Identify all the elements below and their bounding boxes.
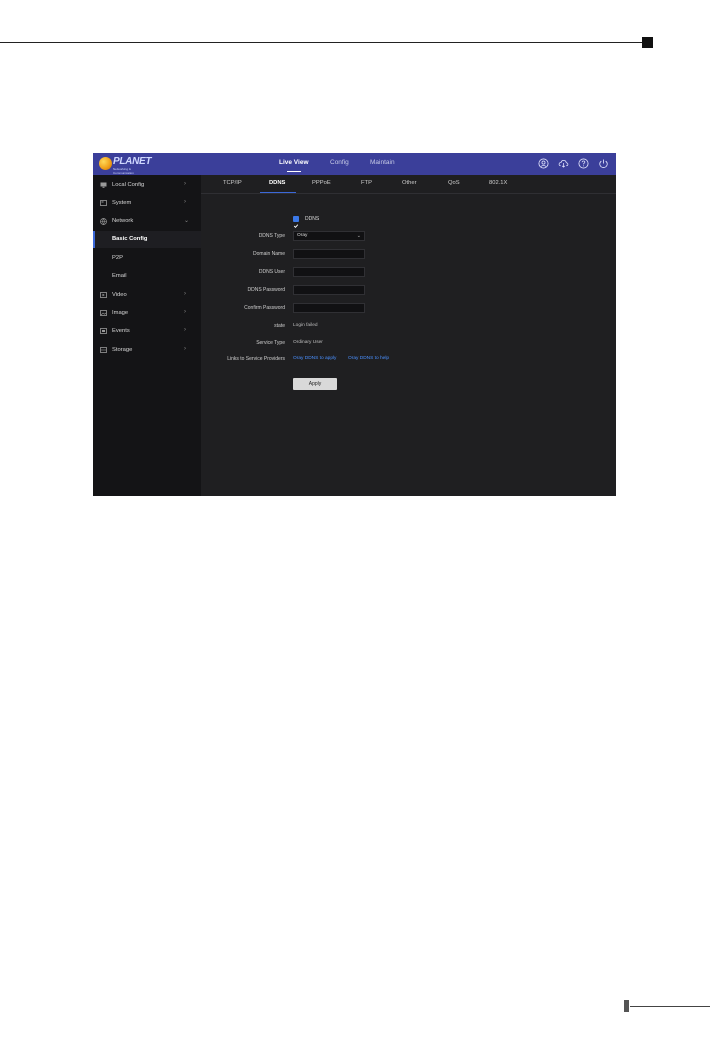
tab-other[interactable]: Other	[402, 180, 417, 186]
sidebar-item-label: P2P	[112, 255, 123, 261]
top-bar: PLANET Networking & Communication Live V…	[93, 153, 616, 175]
page-header-rule	[0, 42, 644, 43]
nav-maintain[interactable]: Maintain	[370, 153, 395, 175]
service-type-label: Service Type	[256, 340, 285, 346]
ddns-user-input[interactable]	[293, 267, 365, 277]
tab-ddns[interactable]: DDNS	[269, 180, 285, 186]
state-label: state	[274, 323, 285, 329]
nav-config[interactable]: Config	[330, 153, 349, 175]
help-icon[interactable]	[578, 158, 589, 169]
chevron-right-icon: ›	[184, 181, 186, 187]
ddns-type-label: DDNS Type	[258, 233, 285, 239]
oray-apply-link[interactable]: Oray DDNS to apply	[293, 356, 336, 361]
tab-tcpip[interactable]: TCP/IP	[223, 180, 242, 186]
page-header-marker	[642, 37, 653, 48]
ddns-enable-checkbox[interactable]	[293, 216, 299, 228]
oray-help-link[interactable]: Oray DDNS to help	[348, 356, 389, 361]
check-icon	[293, 224, 299, 228]
sidebar-item-label: System	[112, 200, 132, 206]
page-footer-rule	[630, 1006, 710, 1007]
ddns-user-label: DDNS User	[258, 269, 285, 275]
storage-icon	[100, 347, 107, 353]
sidebar-item-label: Email	[112, 273, 127, 279]
planet-logo: PLANET Networking & Communication	[99, 156, 152, 175]
sidebar-item-label: Local Config	[112, 182, 145, 188]
sidebar-item-local-config[interactable]: Local Config ›	[93, 177, 201, 194]
page-footer-marker	[624, 1000, 629, 1012]
links-label: Links to Service Providers	[227, 356, 285, 362]
chevron-down-icon: ⌄	[356, 233, 361, 239]
tab-8021x[interactable]: 802.1X	[489, 180, 507, 186]
apply-button[interactable]: Apply	[293, 378, 337, 390]
globe-icon	[100, 218, 107, 225]
sidebar-item-network[interactable]: Network ⌄	[93, 213, 201, 230]
confirm-password-label: Confirm Password	[244, 305, 285, 311]
tab-ftp[interactable]: FTP	[361, 180, 372, 186]
domain-name-input[interactable]	[293, 249, 365, 259]
logo-ball-icon	[99, 157, 112, 170]
chevron-right-icon: ›	[184, 346, 186, 352]
state-value: Login failed	[293, 323, 318, 328]
ddns-password-input[interactable]	[293, 285, 365, 295]
monitor-icon	[100, 182, 107, 188]
sidebar: Local Config › System › Network ⌄ Basic …	[93, 175, 201, 496]
user-icon[interactable]	[538, 158, 549, 169]
tab-qos[interactable]: QoS	[448, 180, 460, 186]
ddns-type-value: Oray	[297, 233, 308, 238]
ddns-checkbox-label: DDNS	[305, 216, 320, 222]
nav-active-underline	[287, 171, 301, 172]
tab-bar: TCP/IP DDNS PPPoE FTP Other QoS 802.1X	[201, 175, 616, 194]
sidebar-item-label: Image	[112, 310, 129, 316]
logo-subtitle: Networking & Communication	[113, 167, 134, 175]
ddns-type-select[interactable]: Oray ⌄	[293, 231, 365, 241]
power-icon[interactable]	[598, 158, 609, 169]
system-icon	[100, 200, 107, 206]
sidebar-item-label: Network	[112, 218, 134, 224]
logo-text: PLANET	[113, 156, 152, 167]
video-icon	[100, 292, 107, 298]
cloud-download-icon[interactable]	[558, 158, 569, 169]
sidebar-item-system[interactable]: System ›	[93, 195, 201, 212]
sidebar-item-label: Storage	[112, 347, 133, 353]
sidebar-item-label: Video	[112, 292, 127, 298]
ddns-password-label: DDNS Password	[247, 287, 285, 293]
sidebar-item-label: Basic Config	[112, 236, 148, 242]
domain-name-label: Domain Name	[253, 251, 285, 257]
chevron-down-icon: ⌄	[184, 218, 190, 224]
tab-pppoe[interactable]: PPPoE	[312, 180, 331, 186]
camera-web-ui: PLANET Networking & Communication Live V…	[93, 153, 616, 496]
selected-indicator	[93, 231, 95, 248]
service-type-value: Ordinary User	[293, 340, 323, 345]
confirm-password-input[interactable]	[293, 303, 365, 313]
sidebar-item-label: Events	[112, 328, 130, 334]
chevron-right-icon: ›	[184, 199, 186, 205]
tab-active-underline	[260, 192, 296, 193]
events-icon	[100, 328, 107, 334]
image-icon	[100, 310, 107, 316]
